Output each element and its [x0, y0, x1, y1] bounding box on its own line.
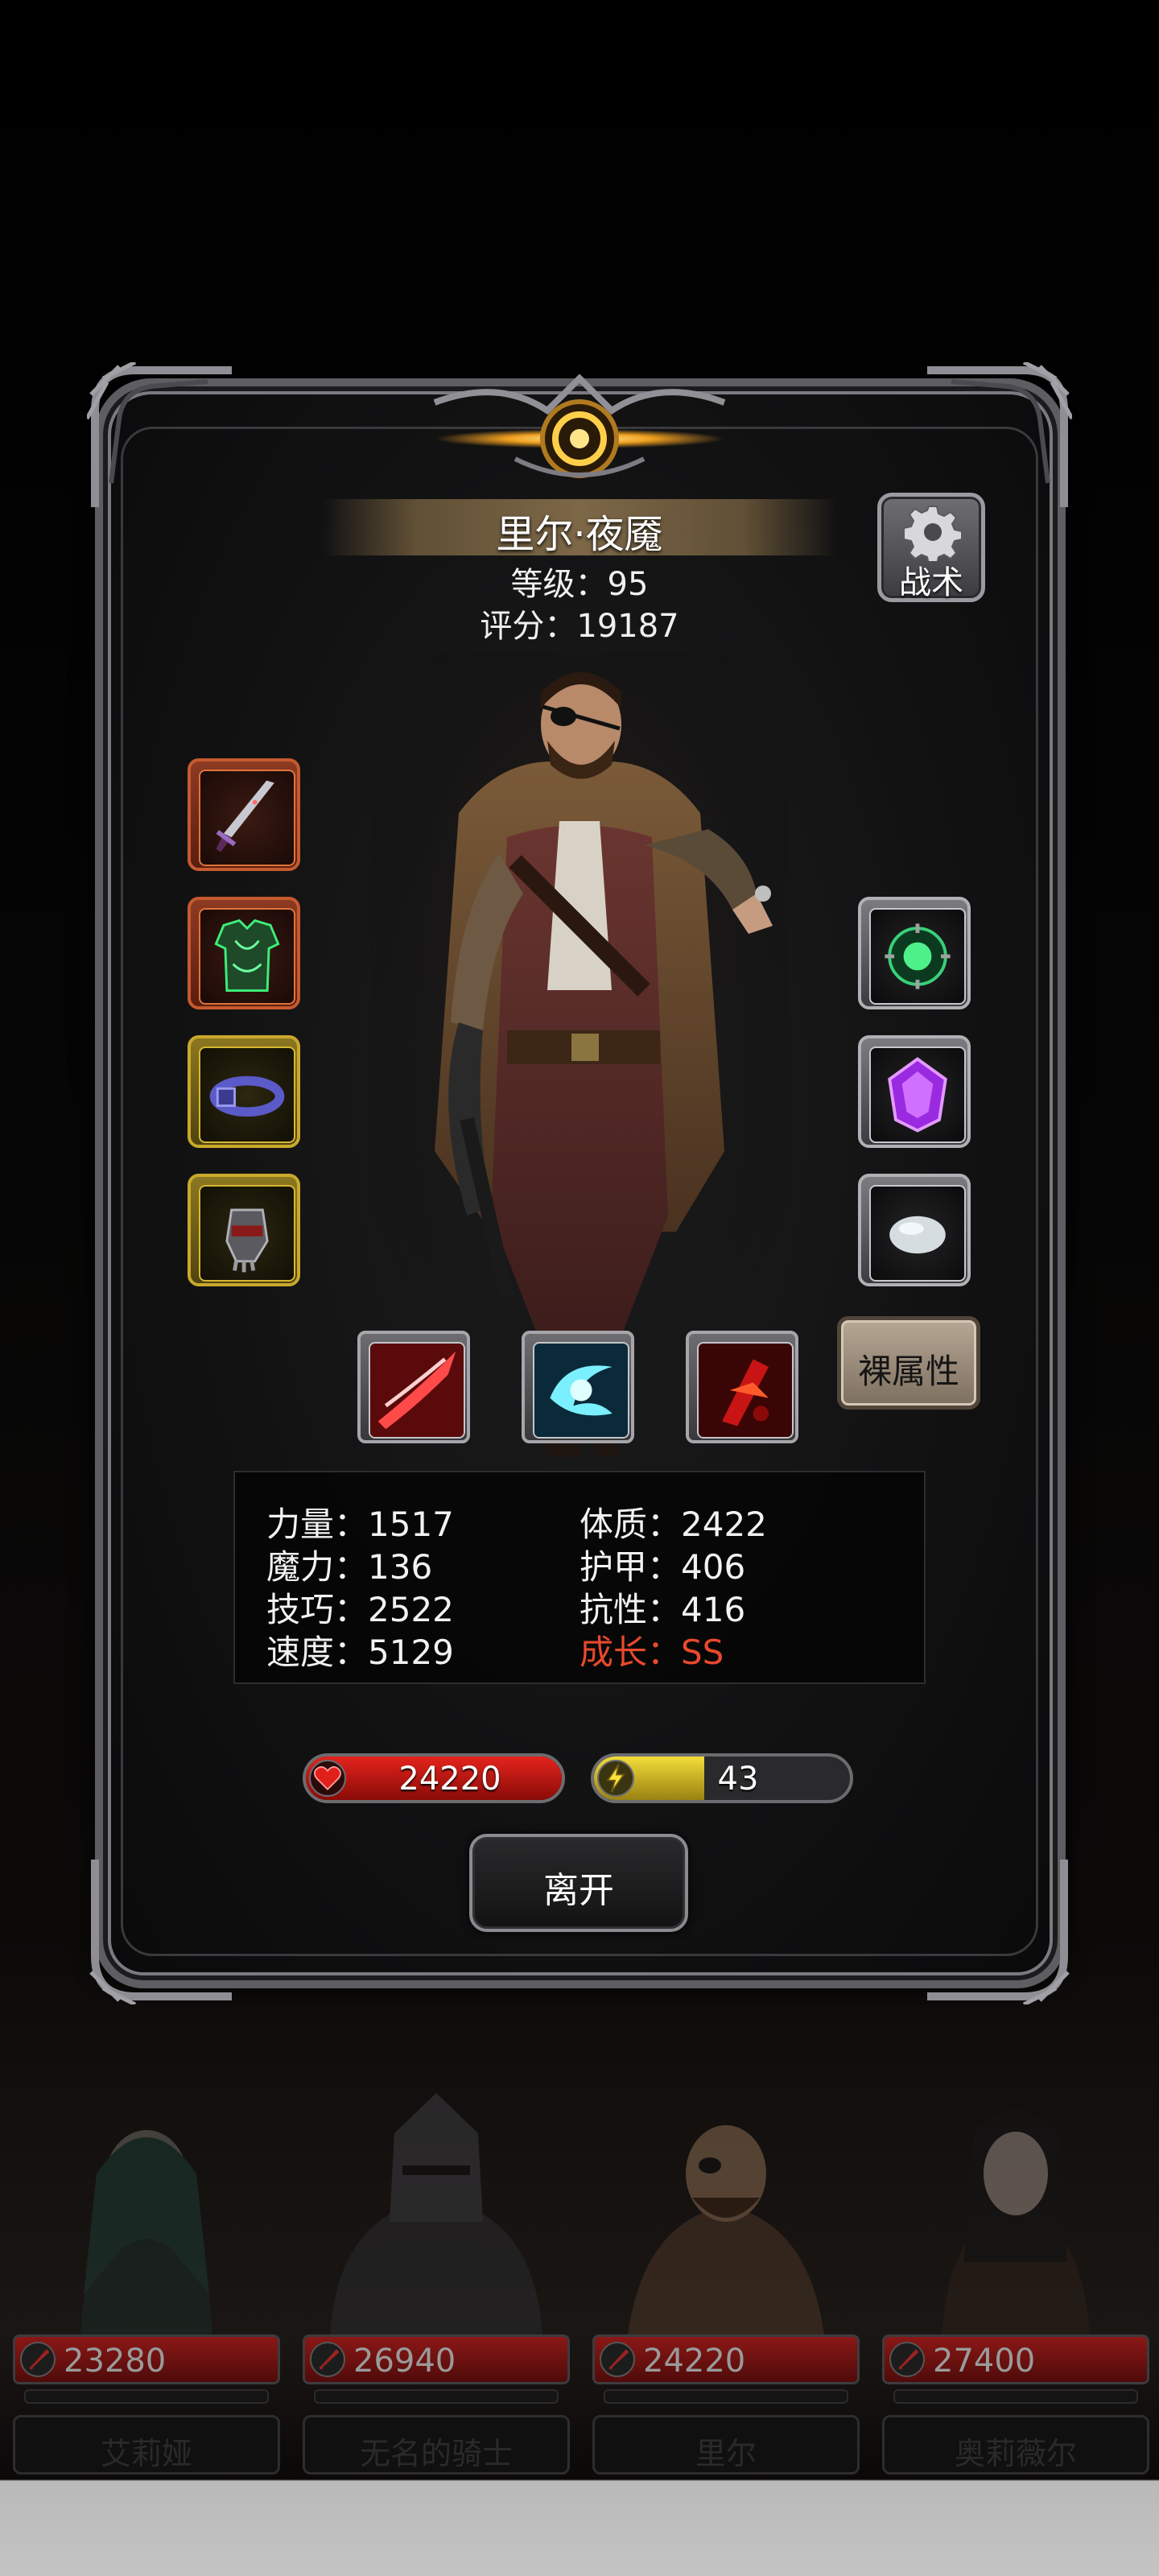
- hp-bar: 24220: [303, 1753, 565, 1803]
- team-name: 里尔: [695, 2436, 757, 2471]
- team-energy-bar: [24, 2389, 269, 2404]
- sun-emblem-icon: [419, 362, 740, 507]
- stat-growth: 成长：SS: [580, 1633, 724, 1672]
- sword-icon: [600, 2342, 635, 2377]
- team-portrait: [8, 2085, 285, 2334]
- blood-strike-icon: [699, 1344, 792, 1437]
- team-name: 奥莉薇尔: [954, 2436, 1077, 2471]
- stat-skill: 技巧：2522: [266, 1590, 454, 1629]
- hero-score: 评分：19187: [480, 608, 679, 645]
- stat-speed: 速度：5129: [266, 1633, 454, 1672]
- hero-level: 等级：95: [510, 566, 649, 603]
- team-name-plate: 里尔: [592, 2415, 860, 2475]
- stat-constitution: 体质：2422: [580, 1505, 767, 1544]
- dagger-icon: [216, 780, 274, 852]
- stat-magic: 魔力：136: [266, 1547, 433, 1587]
- team-hp-value: 24220: [643, 2343, 746, 2380]
- equip-slot-gem[interactable]: [858, 1035, 971, 1148]
- skill-slot-1[interactable]: [357, 1331, 470, 1443]
- equip-slot-amulet[interactable]: [858, 897, 971, 1009]
- team-portrait: [588, 2085, 864, 2334]
- team-name-plate: 艾莉娅: [13, 2415, 280, 2475]
- armor-icon: [214, 919, 280, 992]
- stat-strength: 力量：1517: [266, 1505, 454, 1544]
- sword-icon: [889, 2342, 925, 2377]
- leave-button[interactable]: 离开: [469, 1834, 688, 1932]
- team-hp-bar: 26940: [303, 2334, 570, 2384]
- team-hp-value: 26940: [353, 2343, 456, 2380]
- stat-resistance: 抗性：416: [580, 1590, 746, 1629]
- team-hp-value: 23280: [64, 2343, 167, 2380]
- tactics-button[interactable]: 战术: [877, 493, 985, 602]
- skill-slot-3[interactable]: [686, 1331, 798, 1443]
- team-hp-bar: 24220: [592, 2334, 860, 2384]
- bare-attributes-button[interactable]: 裸属性: [837, 1316, 980, 1410]
- team-hp-bar: 23280: [13, 2334, 280, 2384]
- belt-icon: [209, 1075, 285, 1117]
- team-name-plate: 无名的骑士: [303, 2415, 570, 2475]
- team-hp-bar: 27400: [882, 2334, 1149, 2384]
- equip-slot-stone[interactable]: [858, 1174, 971, 1286]
- team-portrait: [877, 2085, 1154, 2334]
- team-member-card[interactable]: 23280 艾莉娅: [8, 2085, 285, 2479]
- bare-attributes-label: 裸属性: [857, 1352, 959, 1391]
- gauntlet-icon: [225, 1208, 269, 1273]
- energy-value: 43: [717, 1761, 759, 1798]
- tactics-label: 战术: [899, 564, 963, 601]
- stat-armor: 护甲：406: [580, 1547, 746, 1587]
- team-hp-value: 27400: [933, 2343, 1036, 2380]
- white-stone-icon: [889, 1216, 946, 1254]
- sword-icon: [310, 2342, 345, 2377]
- energy-bar: 43: [591, 1753, 853, 1803]
- equip-slot-weapon[interactable]: [188, 758, 300, 871]
- equip-slot-armor[interactable]: [188, 897, 300, 1009]
- team-member-card[interactable]: 24220 里尔: [588, 2085, 864, 2479]
- team-energy-bar: [314, 2389, 559, 2404]
- leave-label: 离开: [543, 1870, 614, 1911]
- emerald-amulet-icon: [885, 923, 951, 989]
- purple-gem-icon: [888, 1057, 947, 1133]
- hp-value: 24220: [398, 1761, 501, 1798]
- cyan-whirl-icon: [534, 1344, 628, 1437]
- team-energy-bar: [893, 2389, 1138, 2404]
- skill-slot-2[interactable]: [522, 1331, 634, 1443]
- team-member-card[interactable]: 27400 奥莉薇尔: [877, 2085, 1154, 2479]
- team-portrait: [298, 2085, 575, 2334]
- equip-slot-belt[interactable]: [188, 1035, 300, 1148]
- crimson-slash-icon: [370, 1344, 464, 1437]
- equip-slot-gloves[interactable]: [188, 1174, 300, 1286]
- sword-icon: [20, 2342, 56, 2377]
- team-energy-bar: [604, 2389, 848, 2404]
- gear-icon: [904, 506, 962, 561]
- team-name: 无名的骑士: [359, 2436, 513, 2471]
- team-name-plate: 奥莉薇尔: [882, 2415, 1149, 2475]
- hero-name: 里尔·夜魇: [496, 512, 663, 557]
- team-member-card[interactable]: 26940 无名的骑士: [298, 2085, 575, 2479]
- team-name: 艾莉娅: [100, 2436, 192, 2471]
